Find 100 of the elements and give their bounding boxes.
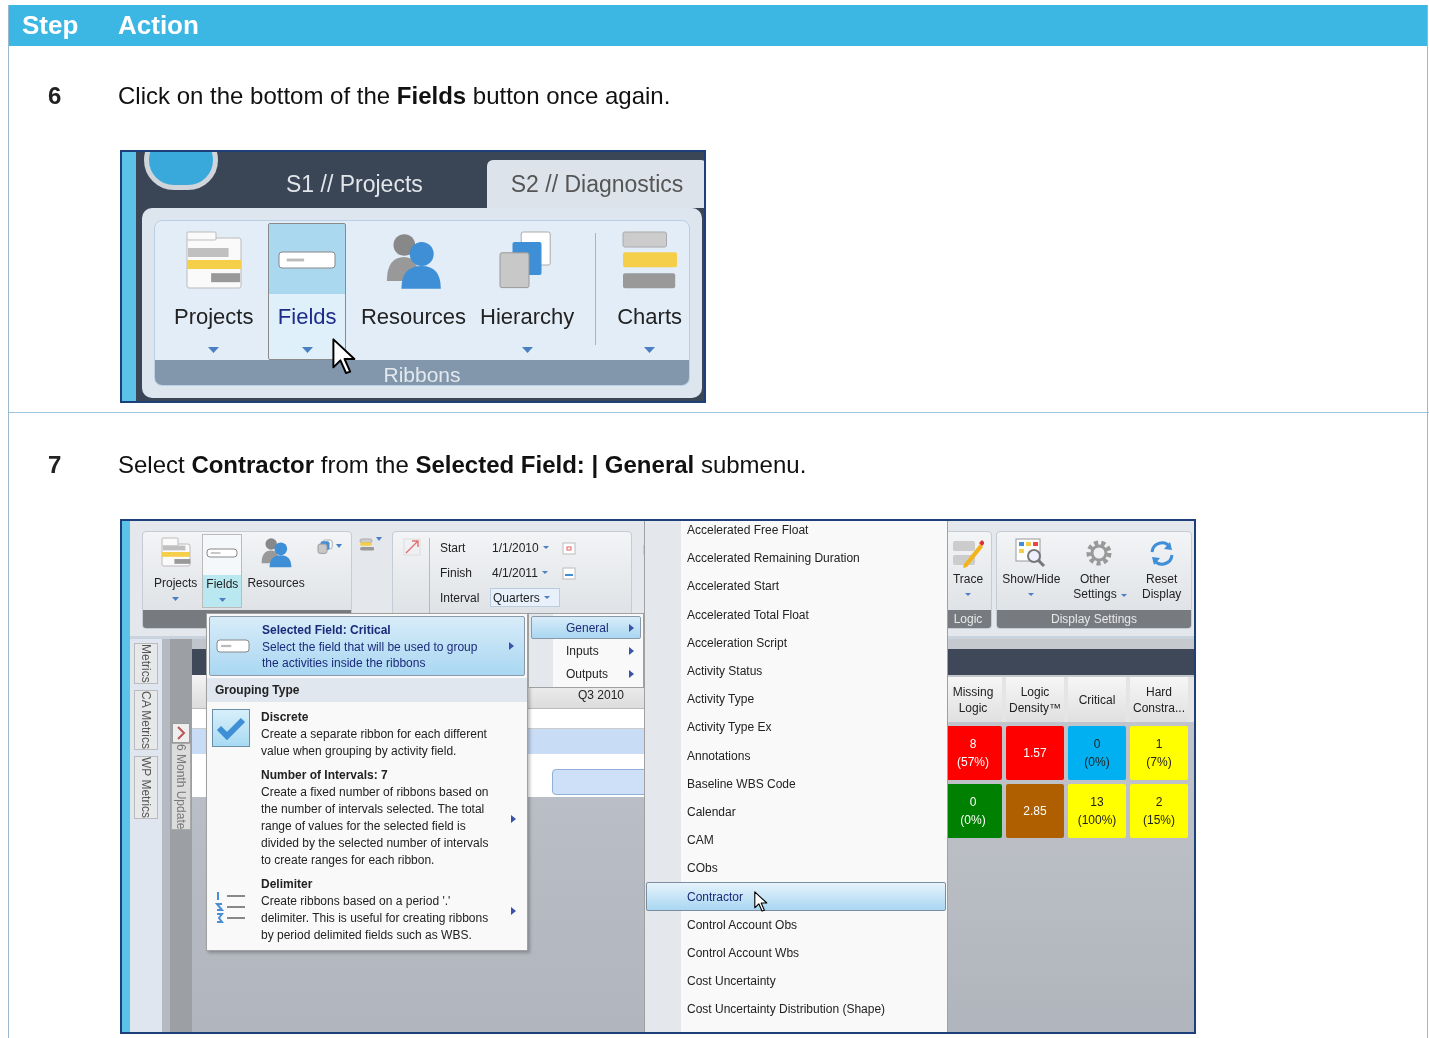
group-label: Display Settings xyxy=(997,610,1191,628)
mouse-pointer-icon xyxy=(332,338,358,376)
menu-item-label: Outputs xyxy=(566,665,609,683)
ribbon-button[interactable]: Resources xyxy=(355,223,472,360)
menu-item[interactable]: Accelerated Remaining Duration xyxy=(646,544,946,573)
menu-item[interactable]: Accelerated Total Float xyxy=(646,600,946,629)
metric-value: 0 xyxy=(1093,736,1101,753)
menu-item[interactable]: Acceleration Script xyxy=(646,628,946,657)
timeline-period: Q3 2010 xyxy=(578,687,625,704)
menu-item[interactable]: CObs xyxy=(646,854,946,883)
caret-icon xyxy=(543,596,550,599)
menu-item[interactable]: Delimiter Create ribbons based on a period '.' delimiter. This is useful for creating ribbons by period delimited fields such as WBS. xyxy=(207,869,527,944)
submenu-arrow-icon xyxy=(629,669,634,678)
menu-item[interactable]: Baseline WBS Code xyxy=(646,769,946,798)
ribbon-button[interactable]: Show/Hide xyxy=(1002,532,1061,610)
ribbon-tab[interactable]: S2 // Diagnostics xyxy=(486,160,704,208)
menu-item-label: CAM xyxy=(687,832,714,850)
field-icon xyxy=(278,251,337,269)
menu-item[interactable]: Outputs xyxy=(531,662,641,685)
menu-item[interactable]: Annotations xyxy=(646,741,946,770)
menu-item[interactable]: Contractor xyxy=(646,882,946,911)
metric-value: 8 xyxy=(969,736,977,753)
ribbon-button[interactable]: Other Settings xyxy=(1071,532,1127,610)
button-label: Fields xyxy=(206,576,239,593)
range-icon xyxy=(562,565,576,580)
checkbox[interactable] xyxy=(212,709,250,747)
ribbon-button[interactable]: Fields xyxy=(202,534,243,608)
column-header: Critical xyxy=(1068,677,1126,722)
folder-chart-icon xyxy=(184,230,243,290)
ribbon-button[interactable]: Projects xyxy=(169,223,259,360)
button-label: Show/Hide xyxy=(1002,572,1061,587)
menu-item-label: Accelerated Start xyxy=(687,578,780,596)
button-label: Other Settings xyxy=(1072,572,1118,602)
field-value: 1/1/2010 xyxy=(492,539,539,557)
menu-item[interactable]: CAM xyxy=(646,826,946,855)
field-label: Finish xyxy=(440,564,473,582)
menu-item[interactable]: Discrete Create a separate ribbon for each different value when grouping by activity field. xyxy=(207,702,527,760)
menu-item[interactable]: Calendar xyxy=(646,797,946,827)
ribbon-button[interactable]: Projects xyxy=(151,534,201,608)
ribbon-button[interactable]: Charts xyxy=(612,223,687,360)
ribbon-button[interactable]: Trace xyxy=(952,532,984,610)
side-tab[interactable]: CA Metrics xyxy=(134,689,158,750)
folder-chart-icon xyxy=(159,536,192,568)
menu-item-description: Create a separate ribbon for each different value when grouping by activity field. xyxy=(261,726,488,760)
instruction-text: Select Contractor from the Selected Field: | General submenu. xyxy=(118,450,808,480)
menu-item-title: Discrete xyxy=(261,709,310,726)
caret-icon xyxy=(541,571,548,574)
menu-item[interactable]: Activity Type Ex xyxy=(646,713,946,742)
dropdown-field[interactable]: 1/1/2010 xyxy=(490,538,552,557)
metric-percent: (57%) xyxy=(957,754,989,771)
menu-item-label: Cost Uncertainty Distribution (Shape) xyxy=(687,1001,886,1019)
grid-magnifier-icon xyxy=(1015,538,1048,568)
side-tab[interactable]: Metrics xyxy=(134,643,158,684)
metric-value: 1 xyxy=(1155,736,1163,753)
menu-item[interactable]: Accelerated Free Float xyxy=(646,521,946,545)
metric-percent: (15%) xyxy=(1143,812,1175,829)
menu-item-label: Cost Uncertainty xyxy=(687,973,776,991)
button-label: Charts xyxy=(617,303,682,331)
menu-item[interactable]: General xyxy=(531,616,641,639)
button-label: Hierarchy xyxy=(480,303,575,331)
menu-item-label: CObs xyxy=(687,860,718,878)
menu-item[interactable]: Activity Type xyxy=(646,685,946,714)
menu-item[interactable]: Control Account Wbs xyxy=(646,938,946,967)
menu-item-label: General xyxy=(566,619,609,637)
menu-item[interactable]: Cost Uncertainty Distribution (Shape) xyxy=(646,995,946,1024)
resize-icon xyxy=(403,538,421,556)
field-icon xyxy=(206,548,239,558)
menu-item-label: Accelerated Total Float xyxy=(687,606,809,624)
menu-item[interactable]: Accelerated Start xyxy=(646,572,946,601)
ribbon-button[interactable]: Hierarchy xyxy=(475,223,580,360)
ribbon-button[interactable]: Reset Display xyxy=(1137,532,1186,610)
caret-icon xyxy=(335,544,342,548)
dropdown-field[interactable]: Quarters xyxy=(490,588,560,607)
mouse-pointer-icon xyxy=(754,891,769,913)
menu-item[interactable]: Selected Field: Critical Select the field that will be used to group the activities inside the ribbons xyxy=(209,616,525,676)
button-label: Resources xyxy=(247,575,305,592)
menu-item-label: Acceleration Script xyxy=(687,634,788,652)
metric-value: 13 xyxy=(1090,794,1104,811)
numbered-list-icon xyxy=(215,890,247,924)
menu-item[interactable]: Cost Uncertainty xyxy=(646,967,946,996)
metric-percent: (0%) xyxy=(960,812,986,829)
metric-value: 2 xyxy=(1155,794,1163,811)
ribbon-tab[interactable]: S1 // Projects xyxy=(262,160,447,208)
group-label: Logic xyxy=(945,610,991,628)
button-label: Projects xyxy=(154,575,198,592)
button-label: Trace xyxy=(952,572,984,587)
field-value: Quarters xyxy=(493,589,540,607)
column-header: Hard Constra... xyxy=(1130,677,1188,722)
calendar-icon xyxy=(562,540,576,555)
metric-percent: (0%) xyxy=(1084,754,1110,771)
ribbon-button[interactable]: Fields xyxy=(268,223,346,360)
dropdown-field[interactable]: 4/1/2011 xyxy=(490,563,552,582)
side-tab[interactable]: WP Metrics xyxy=(134,755,158,819)
menu-item[interactable]: Control Account Obs xyxy=(646,910,946,939)
menu-item-label: Control Account Wbs xyxy=(687,944,800,962)
menu-item-description: Select the field that will be used to group the activities inside the ribbons xyxy=(262,639,479,671)
metric-value: 0 xyxy=(969,794,977,811)
menu-item[interactable]: Inputs xyxy=(531,639,641,662)
ribbon-button[interactable]: Resources xyxy=(244,534,308,608)
menu-item[interactable]: Activity Status xyxy=(646,656,946,686)
